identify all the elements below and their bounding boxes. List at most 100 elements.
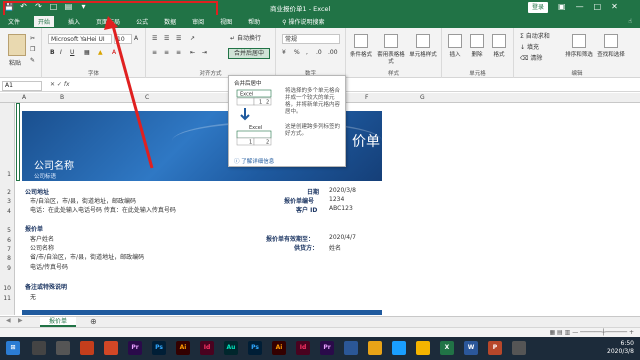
grow-font-icon[interactable]: A xyxy=(134,34,138,44)
paste-icon[interactable] xyxy=(8,34,26,56)
quote-no-label[interactable]: 报价单编号 xyxy=(284,196,314,205)
quote-title[interactable]: 价单 xyxy=(352,131,380,151)
row-header[interactable]: 10 xyxy=(3,285,11,292)
remarks-value[interactable]: 无 xyxy=(30,292,36,301)
conditional-format-button[interactable]: 条件格式 xyxy=(347,52,375,59)
tab-review[interactable]: 审阅 xyxy=(190,16,206,27)
col-header-b[interactable]: B xyxy=(60,94,64,101)
decrease-decimal-icon[interactable]: .00 xyxy=(328,48,338,58)
format-icon[interactable] xyxy=(492,34,506,48)
cut-icon[interactable]: ✂ xyxy=(30,34,35,44)
quote-no-value[interactable]: 1234 xyxy=(329,196,344,203)
tab-help[interactable]: 帮助 xyxy=(246,16,262,27)
currency-icon[interactable]: ¥ xyxy=(282,48,286,58)
customer-id-label[interactable]: 客户 ID xyxy=(296,205,317,214)
illustrator-icon[interactable]: Ai xyxy=(176,341,190,355)
format-painter-icon[interactable]: ✎ xyxy=(30,56,35,66)
learn-more-link[interactable]: ⓘ 了解详细信息 xyxy=(234,157,274,165)
powerpoint-taskbar-icon[interactable]: P xyxy=(488,341,502,355)
maximize-icon[interactable]: □ xyxy=(594,2,602,11)
col-header-a[interactable]: A xyxy=(22,94,26,101)
align-center-icon[interactable]: ≡ xyxy=(164,48,169,58)
table-format-icon[interactable] xyxy=(384,34,398,48)
indesign-icon[interactable]: Id xyxy=(296,341,310,355)
active-cell[interactable] xyxy=(16,103,20,181)
date-value[interactable]: 2020/3/8 xyxy=(329,187,356,194)
font-name-select[interactable]: Microsoft YaHei UI xyxy=(48,34,112,44)
supplier-value[interactable]: 姓名 xyxy=(329,243,341,252)
customer-phone[interactable]: 电话/传真号码 xyxy=(30,262,68,271)
photoshop-icon[interactable]: Ps xyxy=(152,341,166,355)
premiere-icon[interactable]: Pr xyxy=(128,341,142,355)
taskbar-app-icon[interactable] xyxy=(104,341,118,355)
share-icon[interactable]: ☝ xyxy=(628,18,632,25)
align-middle-icon[interactable]: ☰ xyxy=(164,34,169,44)
audition-icon[interactable]: Au xyxy=(224,341,238,355)
fx-icon[interactable]: ✕ ✓ fx xyxy=(50,81,70,88)
photoshop-icon[interactable]: Ps xyxy=(248,341,262,355)
table-format-button[interactable]: 套用表格格式 xyxy=(377,52,405,66)
scroll-tabs-right-icon[interactable]: ▶ xyxy=(18,317,23,324)
merge-center-button[interactable]: 合并后居中 xyxy=(228,48,270,59)
row-header[interactable]: 7 xyxy=(7,246,11,253)
customer-company[interactable]: 公司名称 xyxy=(30,243,54,252)
excel-taskbar-icon[interactable]: X xyxy=(440,341,454,355)
cell-style-icon[interactable] xyxy=(416,34,430,48)
paste-button[interactable]: 粘贴 xyxy=(9,58,21,67)
taskbar-app-icon[interactable] xyxy=(80,341,94,355)
taskbar-app-icon[interactable] xyxy=(56,341,70,355)
illustrator-icon[interactable]: Ai xyxy=(272,341,286,355)
col-header-c[interactable]: C xyxy=(145,94,149,101)
align-bottom-icon[interactable]: ☰ xyxy=(176,34,181,44)
tab-formulas[interactable]: 公式 xyxy=(134,16,150,27)
address-line[interactable]: 市/自治区，市/县，街道地址，邮政编码 xyxy=(30,196,136,205)
company-slogan[interactable]: 公司标语 xyxy=(34,172,56,180)
taskbar-app-icon[interactable] xyxy=(416,341,430,355)
tab-data[interactable]: 数据 xyxy=(162,16,178,27)
align-left-icon[interactable]: ≡ xyxy=(152,48,157,58)
customer-name[interactable]: 客户姓名 xyxy=(30,234,54,243)
indesign-icon[interactable]: Id xyxy=(200,341,214,355)
italic-icon[interactable]: I xyxy=(60,48,62,58)
increase-decimal-icon[interactable]: .0 xyxy=(316,48,322,58)
row-header[interactable]: 9 xyxy=(7,265,11,272)
wrap-text-button[interactable]: ↵ 自动换行 xyxy=(230,34,261,44)
row-header[interactable]: 1 xyxy=(7,171,11,178)
decrease-indent-icon[interactable]: ⇤ xyxy=(190,48,195,58)
valid-until-value[interactable]: 2020/4/7 xyxy=(329,234,356,241)
taskbar-app-icon[interactable] xyxy=(368,341,382,355)
cell-style-button[interactable]: 单元格样式 xyxy=(409,52,437,59)
taskbar-app-icon[interactable] xyxy=(392,341,406,355)
taskbar-app-icon[interactable] xyxy=(344,341,358,355)
start-icon[interactable]: ⊞ xyxy=(6,341,20,355)
name-box[interactable]: A1 xyxy=(2,81,42,91)
sort-filter-button[interactable]: 排序和筛选 xyxy=(565,52,593,59)
row-header[interactable]: 3 xyxy=(7,198,11,205)
word-taskbar-icon[interactable]: W xyxy=(464,341,478,355)
tab-view[interactable]: 视图 xyxy=(218,16,234,27)
bold-icon[interactable]: B xyxy=(50,48,55,58)
conditional-format-icon[interactable] xyxy=(354,34,368,48)
font-size-select[interactable]: 10 xyxy=(114,34,132,44)
row-header[interactable]: 11 xyxy=(3,295,11,302)
row-header[interactable]: 4 xyxy=(7,208,11,215)
system-clock[interactable]: 6:50 2020/3/8 xyxy=(607,340,634,356)
align-top-icon[interactable]: ☰ xyxy=(152,34,157,44)
add-sheet-icon[interactable]: ⊕ xyxy=(90,317,97,326)
underline-icon[interactable]: U xyxy=(70,48,74,58)
number-format-select[interactable]: 常规 xyxy=(282,34,340,44)
company-name[interactable]: 公司名称 xyxy=(34,157,74,172)
row-header[interactable]: 8 xyxy=(7,255,11,262)
customer-address[interactable]: 省/市/自治区，市/县，街道地址，邮政编码 xyxy=(30,252,144,261)
zoom-slider[interactable]: ▦ ▤ ▥ — ──────┼────── + xyxy=(549,329,634,336)
orientation-icon[interactable]: ↗ xyxy=(190,34,195,44)
minimize-icon[interactable]: — xyxy=(576,2,584,11)
align-right-icon[interactable]: ≡ xyxy=(176,48,181,58)
remarks-label[interactable]: 备注或特殊说明 xyxy=(25,282,67,291)
insert-icon[interactable] xyxy=(448,34,462,48)
quote-label[interactable]: 报价单 xyxy=(25,224,43,233)
autosum-button[interactable]: Σ 自动求和 xyxy=(520,32,550,42)
date-label[interactable]: 日期 xyxy=(307,187,319,196)
border-icon[interactable]: ▦ xyxy=(84,48,90,58)
find-select-button[interactable]: 查找和选择 xyxy=(597,52,625,59)
